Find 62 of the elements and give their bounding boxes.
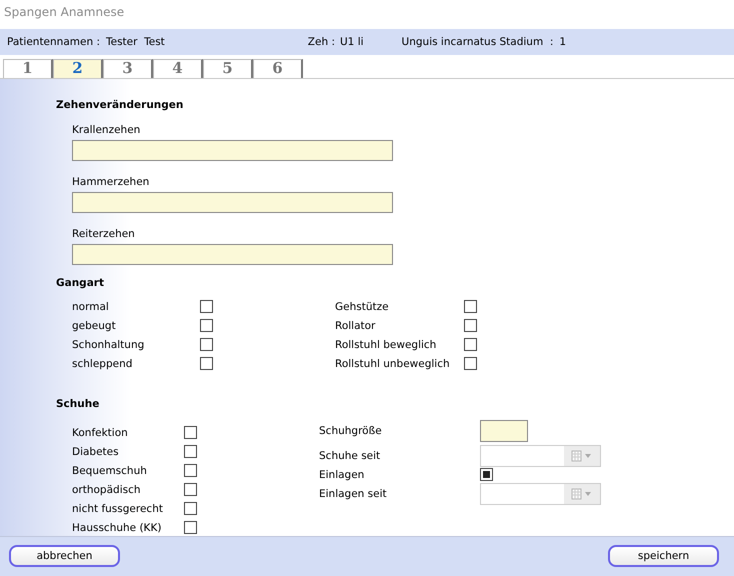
toe-value: U1 li	[340, 36, 364, 48]
save-button[interactable]: speichern	[608, 545, 719, 568]
field-label: Einlagen seit	[319, 486, 388, 502]
patient-name: Tester Test	[106, 36, 165, 48]
field-label: Einlagen	[319, 468, 366, 483]
section-heading: Gangart	[56, 276, 105, 289]
checkbox-label: gebeugt	[72, 318, 117, 334]
patient-label: Patientennamen :	[7, 36, 100, 48]
checkbox[interactable]	[480, 468, 493, 482]
section-heading: Zehenveränderungen	[56, 98, 184, 111]
checkbox[interactable]	[184, 502, 197, 516]
tab[interactable]: 3	[103, 58, 153, 78]
tab[interactable]: 6	[253, 58, 303, 78]
checkbox[interactable]	[200, 319, 213, 332]
checkbox-label: Rollator	[335, 318, 376, 334]
calendar-icon	[571, 488, 593, 500]
tab[interactable]: 1	[3, 58, 53, 78]
checkbox[interactable]	[184, 445, 197, 458]
section-heading: Schuhe	[56, 398, 100, 410]
checkbox-label: Rollstuhl beweglich	[335, 338, 438, 353]
checkbox[interactable]	[200, 300, 213, 314]
field-label: Hammerzehen	[72, 174, 150, 190]
checkbox-label: normal	[72, 300, 110, 315]
checkbox[interactable]	[184, 521, 197, 534]
input-field[interactable]	[72, 192, 393, 213]
toe-label: Zeh :	[308, 36, 335, 48]
checkbox-label: Hausschuhe (KK)	[72, 520, 162, 536]
input-field[interactable]	[72, 244, 393, 265]
window-title: Spangen Anamnese	[4, 5, 124, 20]
checkbox-label: orthopädisch	[72, 482, 142, 498]
checkbox-label: Konfektion	[72, 426, 129, 441]
checkbox-label: Bequemschuh	[72, 464, 148, 479]
checkbox-label: Schonhaltung	[72, 338, 146, 353]
field-label: Krallenzehen	[72, 122, 142, 138]
checkbox[interactable]	[464, 300, 477, 314]
date-field[interactable]	[480, 444, 601, 467]
checkbox[interactable]	[200, 357, 213, 370]
checkbox[interactable]	[464, 319, 477, 332]
checkbox-label: Diabetes	[72, 444, 120, 460]
shoe-size-field[interactable]	[480, 420, 528, 442]
tab[interactable]: 5	[203, 58, 253, 78]
checkbox-label: nicht fussgerecht	[72, 502, 164, 517]
cancel-button[interactable]: abbrechen	[9, 545, 120, 568]
stadium-value: 1	[559, 36, 566, 48]
tab[interactable]: 4	[153, 58, 203, 78]
checkbox-label: Gehstütze	[335, 300, 390, 315]
stadium-label: Unguis incarnatus Stadium :	[402, 36, 554, 48]
tab[interactable]: 2	[53, 58, 103, 78]
checkbox[interactable]	[184, 464, 197, 478]
field-label: Schuhgröße	[319, 424, 383, 440]
checkbox[interactable]	[464, 357, 477, 370]
checkbox[interactable]	[464, 338, 477, 352]
checkbox[interactable]	[184, 426, 197, 440]
input-field[interactable]	[72, 140, 393, 161]
field-label: Reiterzehen	[72, 226, 136, 242]
checkbox[interactable]	[184, 483, 197, 496]
checkbox[interactable]	[200, 338, 213, 352]
field-label: Schuhe seit	[319, 448, 382, 464]
checkbox-label: Rollstuhl unbeweglich	[335, 356, 451, 372]
checkbox-label: schleppend	[72, 356, 134, 372]
date-field[interactable]	[480, 482, 601, 505]
calendar-icon	[571, 450, 593, 462]
